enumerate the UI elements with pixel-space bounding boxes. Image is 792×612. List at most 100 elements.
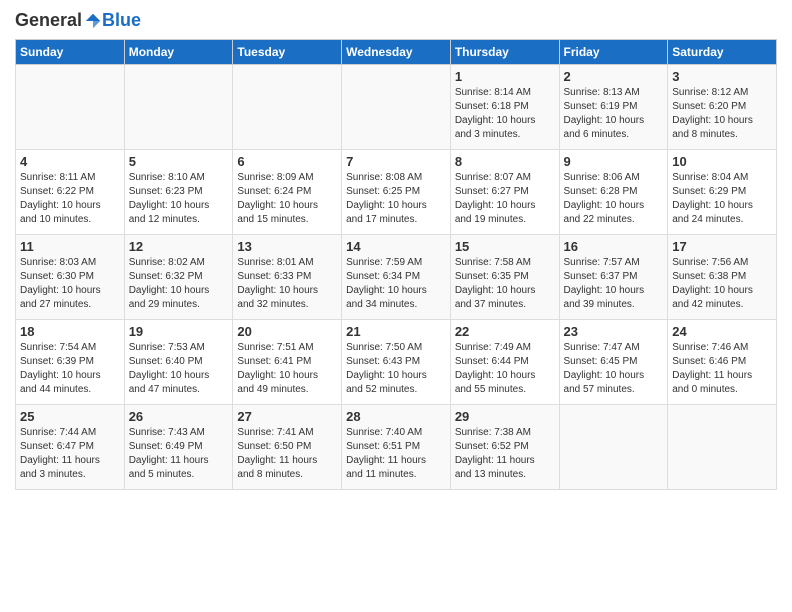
cell-info: Sunrise: 8:07 AM Sunset: 6:27 PM Dayligh… xyxy=(455,171,555,227)
day-number: 7 xyxy=(346,154,446,169)
calendar-cell: 21 Sunrise: 7:50 AM Sunset: 6:43 PM Dayli… xyxy=(342,320,451,405)
calendar-cell: 20 Sunrise: 7:51 AM Sunset: 6:41 PM Dayli… xyxy=(233,320,342,405)
day-number: 22 xyxy=(455,324,555,339)
cell-info: Sunrise: 8:14 AM Sunset: 6:18 PM Dayligh… xyxy=(455,86,555,142)
cell-info: Sunrise: 8:02 AM Sunset: 6:32 PM Dayligh… xyxy=(129,256,229,312)
cell-info: Sunrise: 7:40 AM Sunset: 6:51 PM Dayligh… xyxy=(346,426,446,482)
calendar-cell: 17 Sunrise: 7:56 AM Sunset: 6:38 PM Dayli… xyxy=(668,235,777,320)
calendar-cell xyxy=(233,65,342,150)
cell-info: Sunrise: 7:58 AM Sunset: 6:35 PM Dayligh… xyxy=(455,256,555,312)
calendar-cell: 6 Sunrise: 8:09 AM Sunset: 6:24 PM Daylig… xyxy=(233,150,342,235)
cell-info: Sunrise: 8:13 AM Sunset: 6:19 PM Dayligh… xyxy=(564,86,664,142)
calendar-cell: 9 Sunrise: 8:06 AM Sunset: 6:28 PM Daylig… xyxy=(559,150,668,235)
day-number: 20 xyxy=(237,324,337,339)
day-number: 18 xyxy=(20,324,120,339)
cell-info: Sunrise: 7:49 AM Sunset: 6:44 PM Dayligh… xyxy=(455,341,555,397)
day-number: 17 xyxy=(672,239,772,254)
day-number: 23 xyxy=(564,324,664,339)
col-header-tuesday: Tuesday xyxy=(233,40,342,65)
logo-blue-text: Blue xyxy=(102,10,141,31)
calendar-cell xyxy=(124,65,233,150)
cell-info: Sunrise: 7:46 AM Sunset: 6:46 PM Dayligh… xyxy=(672,341,772,397)
day-number: 13 xyxy=(237,239,337,254)
cell-info: Sunrise: 7:51 AM Sunset: 6:41 PM Dayligh… xyxy=(237,341,337,397)
cell-info: Sunrise: 7:50 AM Sunset: 6:43 PM Dayligh… xyxy=(346,341,446,397)
calendar-cell: 23 Sunrise: 7:47 AM Sunset: 6:45 PM Dayli… xyxy=(559,320,668,405)
logo-general-text: General xyxy=(15,10,82,31)
calendar-cell: 11 Sunrise: 8:03 AM Sunset: 6:30 PM Dayli… xyxy=(16,235,125,320)
header: General Blue xyxy=(15,10,777,31)
calendar-cell xyxy=(668,405,777,490)
calendar-cell: 29 Sunrise: 7:38 AM Sunset: 6:52 PM Dayli… xyxy=(450,405,559,490)
cell-info: Sunrise: 7:41 AM Sunset: 6:50 PM Dayligh… xyxy=(237,426,337,482)
cell-info: Sunrise: 7:47 AM Sunset: 6:45 PM Dayligh… xyxy=(564,341,664,397)
logo-icon xyxy=(84,12,102,30)
day-number: 11 xyxy=(20,239,120,254)
cell-info: Sunrise: 8:08 AM Sunset: 6:25 PM Dayligh… xyxy=(346,171,446,227)
day-number: 14 xyxy=(346,239,446,254)
cell-info: Sunrise: 8:03 AM Sunset: 6:30 PM Dayligh… xyxy=(20,256,120,312)
col-header-friday: Friday xyxy=(559,40,668,65)
cell-info: Sunrise: 8:11 AM Sunset: 6:22 PM Dayligh… xyxy=(20,171,120,227)
calendar-cell: 12 Sunrise: 8:02 AM Sunset: 6:32 PM Dayli… xyxy=(124,235,233,320)
cell-info: Sunrise: 7:38 AM Sunset: 6:52 PM Dayligh… xyxy=(455,426,555,482)
calendar-cell: 22 Sunrise: 7:49 AM Sunset: 6:44 PM Dayli… xyxy=(450,320,559,405)
calendar-cell: 14 Sunrise: 7:59 AM Sunset: 6:34 PM Dayli… xyxy=(342,235,451,320)
cell-info: Sunrise: 8:09 AM Sunset: 6:24 PM Dayligh… xyxy=(237,171,337,227)
cell-info: Sunrise: 8:10 AM Sunset: 6:23 PM Dayligh… xyxy=(129,171,229,227)
calendar-cell: 2 Sunrise: 8:13 AM Sunset: 6:19 PM Daylig… xyxy=(559,65,668,150)
col-header-saturday: Saturday xyxy=(668,40,777,65)
calendar-cell: 27 Sunrise: 7:41 AM Sunset: 6:50 PM Dayli… xyxy=(233,405,342,490)
day-number: 10 xyxy=(672,154,772,169)
calendar-cell: 8 Sunrise: 8:07 AM Sunset: 6:27 PM Daylig… xyxy=(450,150,559,235)
calendar-cell: 7 Sunrise: 8:08 AM Sunset: 6:25 PM Daylig… xyxy=(342,150,451,235)
calendar-cell: 26 Sunrise: 7:43 AM Sunset: 6:49 PM Dayli… xyxy=(124,405,233,490)
calendar-cell: 19 Sunrise: 7:53 AM Sunset: 6:40 PM Dayli… xyxy=(124,320,233,405)
calendar-cell: 18 Sunrise: 7:54 AM Sunset: 6:39 PM Dayli… xyxy=(16,320,125,405)
cell-info: Sunrise: 7:44 AM Sunset: 6:47 PM Dayligh… xyxy=(20,426,120,482)
calendar-cell xyxy=(559,405,668,490)
day-number: 8 xyxy=(455,154,555,169)
calendar-cell: 24 Sunrise: 7:46 AM Sunset: 6:46 PM Dayli… xyxy=(668,320,777,405)
day-number: 27 xyxy=(237,409,337,424)
day-number: 4 xyxy=(20,154,120,169)
cell-info: Sunrise: 8:01 AM Sunset: 6:33 PM Dayligh… xyxy=(237,256,337,312)
day-number: 26 xyxy=(129,409,229,424)
calendar-cell: 16Sunrise: 7:57 AM Sunset: 6:37 PM Dayli… xyxy=(559,235,668,320)
calendar-cell xyxy=(16,65,125,150)
calendar-cell: 25Sunrise: 7:44 AM Sunset: 6:47 PM Dayli… xyxy=(16,405,125,490)
day-number: 29 xyxy=(455,409,555,424)
calendar-cell: 15Sunrise: 7:58 AM Sunset: 6:35 PM Dayli… xyxy=(450,235,559,320)
day-number: 24 xyxy=(672,324,772,339)
calendar-cell: 13 Sunrise: 8:01 AM Sunset: 6:33 PM Dayli… xyxy=(233,235,342,320)
calendar-cell: 5 Sunrise: 8:10 AM Sunset: 6:23 PM Daylig… xyxy=(124,150,233,235)
calendar-cell: 3 Sunrise: 8:12 AM Sunset: 6:20 PM Daylig… xyxy=(668,65,777,150)
calendar-cell: 1 Sunrise: 8:14 AM Sunset: 6:18 PM Daylig… xyxy=(450,65,559,150)
day-number: 1 xyxy=(455,69,555,84)
day-number: 21 xyxy=(346,324,446,339)
calendar-cell: 4 Sunrise: 8:11 AM Sunset: 6:22 PM Daylig… xyxy=(16,150,125,235)
day-number: 9 xyxy=(564,154,664,169)
logo: General Blue xyxy=(15,10,141,31)
cell-info: Sunrise: 8:06 AM Sunset: 6:28 PM Dayligh… xyxy=(564,171,664,227)
col-header-thursday: Thursday xyxy=(450,40,559,65)
cell-info: Sunrise: 7:43 AM Sunset: 6:49 PM Dayligh… xyxy=(129,426,229,482)
day-number: 16 xyxy=(564,239,664,254)
col-header-sunday: Sunday xyxy=(16,40,125,65)
cell-info: Sunrise: 7:54 AM Sunset: 6:39 PM Dayligh… xyxy=(20,341,120,397)
calendar-table: SundayMondayTuesdayWednesdayThursdayFrid… xyxy=(15,39,777,490)
day-number: 12 xyxy=(129,239,229,254)
day-number: 2 xyxy=(564,69,664,84)
calendar-cell: 28 Sunrise: 7:40 AM Sunset: 6:51 PM Dayli… xyxy=(342,405,451,490)
cell-info: Sunrise: 8:12 AM Sunset: 6:20 PM Dayligh… xyxy=(672,86,772,142)
cell-info: Sunrise: 7:53 AM Sunset: 6:40 PM Dayligh… xyxy=(129,341,229,397)
day-number: 3 xyxy=(672,69,772,84)
day-number: 28 xyxy=(346,409,446,424)
cell-info: Sunrise: 7:59 AM Sunset: 6:34 PM Dayligh… xyxy=(346,256,446,312)
day-number: 6 xyxy=(237,154,337,169)
calendar-cell: 10 Sunrise: 8:04 AM Sunset: 6:29 PM Dayli… xyxy=(668,150,777,235)
day-number: 5 xyxy=(129,154,229,169)
cell-info: Sunrise: 8:04 AM Sunset: 6:29 PM Dayligh… xyxy=(672,171,772,227)
cell-info: Sunrise: 7:56 AM Sunset: 6:38 PM Dayligh… xyxy=(672,256,772,312)
day-number: 19 xyxy=(129,324,229,339)
